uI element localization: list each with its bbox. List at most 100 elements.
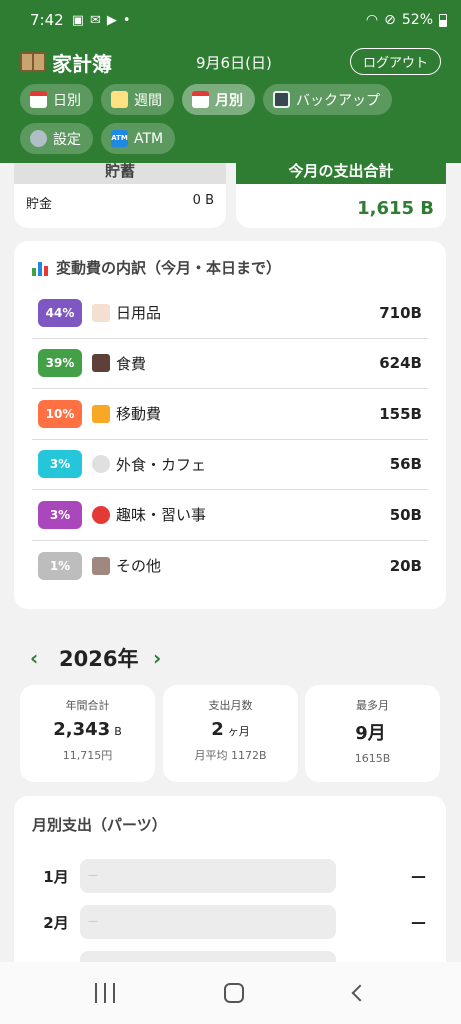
bar-chart-icon	[32, 260, 50, 276]
image-icon: ▣	[71, 12, 84, 28]
tab-settings[interactable]: 設定	[20, 123, 93, 154]
month-bar: —	[80, 859, 336, 893]
stat-value: 2,343	[53, 719, 111, 740]
month-bar: —	[80, 905, 336, 939]
percent-badge: 10%	[38, 399, 82, 428]
dot-icon: •	[122, 12, 131, 28]
status-bar: 7:42 ▣ ✉ ▶ • ◠ ⊘ 52%	[0, 0, 461, 40]
category-name: 食費	[116, 354, 147, 373]
year-label: 2026年	[59, 647, 139, 671]
category-name: 外食・カフェ	[116, 455, 207, 474]
category-amount: 624B	[379, 354, 422, 373]
package-icon	[92, 556, 110, 575]
month-value: —	[411, 867, 426, 885]
app-header: 7:42 ▣ ✉ ▶ • ◠ ⊘ 52% 家計簿 9月6日(日) ログアウト 日…	[0, 0, 461, 163]
category-row[interactable]: 3% 趣味・習い事 50B	[32, 490, 428, 541]
tab-label: ATM	[134, 130, 164, 147]
wifi-icon: ◠	[365, 12, 379, 28]
category-row[interactable]: 1% その他 20B	[32, 541, 428, 592]
month-value: —	[411, 913, 426, 931]
breakdown-title: 変動費の内訳（今月・本日まで）	[56, 259, 282, 277]
back-icon[interactable]	[351, 984, 369, 1002]
tab-label: 週間	[134, 92, 162, 109]
home-icon[interactable]	[224, 983, 245, 1003]
category-name: 移動費	[116, 405, 162, 424]
app-title: 家計簿	[20, 48, 112, 77]
tab-daily[interactable]: 日別	[20, 84, 93, 115]
atm-icon: ATM	[111, 130, 128, 147]
status-time: 7:42	[30, 11, 64, 29]
tab-backup[interactable]: バックアップ	[263, 84, 392, 115]
lotion-bottle-icon	[92, 303, 110, 322]
category-row[interactable]: 39% 食費 624B	[32, 339, 428, 389]
plate-cutlery-icon	[92, 455, 110, 474]
stat-value: 9月	[355, 723, 386, 744]
battery-text: 52%	[401, 12, 433, 28]
stat-label: 支出月数	[208, 699, 253, 712]
percent-badge: 44%	[38, 298, 82, 327]
stat-sub: 月平均 1172B	[194, 749, 267, 762]
bento-box-icon	[92, 354, 110, 373]
category-name: 趣味・習い事	[116, 506, 207, 525]
stat-label: 年間合計	[65, 699, 110, 712]
category-amount: 50B	[389, 505, 422, 524]
top-month-card: 最多月 9月 1615B	[305, 685, 440, 782]
stat-sub: 11,715円	[62, 749, 113, 762]
dnd-icon: ⊘	[384, 12, 396, 28]
target-icon	[92, 505, 110, 524]
tab-label: バックアップ	[296, 92, 380, 109]
category-amount: 710B	[379, 303, 422, 322]
stat-unit: ヶ月	[227, 725, 250, 738]
category-amount: 56B	[389, 455, 422, 474]
month-row: 2月 — —	[32, 899, 428, 945]
percent-badge: 1%	[38, 551, 82, 580]
stat-value: 2	[211, 719, 224, 740]
category-name: 日用品	[116, 304, 162, 323]
stat-unit: B	[114, 725, 122, 738]
month-label: 1月	[43, 867, 69, 886]
scooter-icon	[92, 404, 110, 423]
tab-label: 日別	[53, 92, 81, 109]
category-row[interactable]: 10% 移動費 155B	[32, 389, 428, 440]
percent-badge: 3%	[38, 450, 82, 479]
next-year-button[interactable]: ›	[153, 646, 161, 670]
app-title-text: 家計簿	[52, 51, 112, 76]
month-label: 2月	[43, 913, 69, 932]
system-nav-bar	[0, 962, 461, 1024]
tab-label: 設定	[53, 131, 81, 148]
floppy-disk-icon	[273, 91, 290, 108]
category-row[interactable]: 3% 外食・カフェ 56B	[32, 440, 428, 490]
category-amount: 155B	[379, 404, 422, 423]
category-list: 44% 日用品 710B 39% 食費 624B 10% 移動費 155B 3%…	[32, 288, 428, 591]
tab-label: 月別	[215, 92, 243, 109]
spending-months-card: 支出月数 2 ヶ月 月平均 1172B	[163, 685, 298, 782]
month-row: 1月 — —	[32, 853, 428, 899]
stat-sub: 1615B	[354, 752, 391, 765]
category-amount: 20B	[389, 556, 422, 575]
percent-badge: 39%	[38, 349, 82, 378]
annual-total-card: 年間合計 2,343 B 11,715円	[20, 685, 155, 782]
gear-icon	[30, 130, 47, 147]
logout-button[interactable]: ログアウト	[349, 48, 441, 75]
savings-value: 0 B	[192, 193, 214, 208]
variable-cost-breakdown: 変動費の内訳（今月・本日まで） 44% 日用品 710B 39% 食費 624B…	[14, 241, 446, 609]
stat-label: 最多月	[356, 699, 389, 712]
prev-year-button[interactable]: ‹	[30, 646, 38, 670]
year-navigator: ‹ 2026年 ›	[0, 640, 461, 676]
monthly-title: 月別支出（パーツ）	[32, 816, 167, 834]
mail-icon: ✉	[89, 12, 101, 28]
recent-apps-icon[interactable]	[94, 983, 115, 1003]
category-row[interactable]: 44% 日用品 710B	[32, 288, 428, 339]
tab-monthly[interactable]: 月別	[182, 84, 255, 115]
app-notification-icon: ▶	[106, 12, 117, 28]
calendar-icon	[192, 91, 209, 108]
notification-icons: ▣ ✉ ▶ •	[72, 13, 131, 28]
current-date: 9月6日(日)	[196, 53, 272, 72]
savings-label: 貯金	[26, 197, 53, 212]
tab-weekly[interactable]: 週間	[101, 84, 174, 115]
calendar-icon	[30, 91, 47, 108]
percent-badge: 3%	[38, 500, 82, 529]
tab-bar: 日別 週間 月別 バックアップ 設定 ATM ATM	[0, 84, 461, 154]
tab-atm[interactable]: ATM ATM	[101, 123, 176, 154]
category-name: その他	[116, 557, 162, 576]
